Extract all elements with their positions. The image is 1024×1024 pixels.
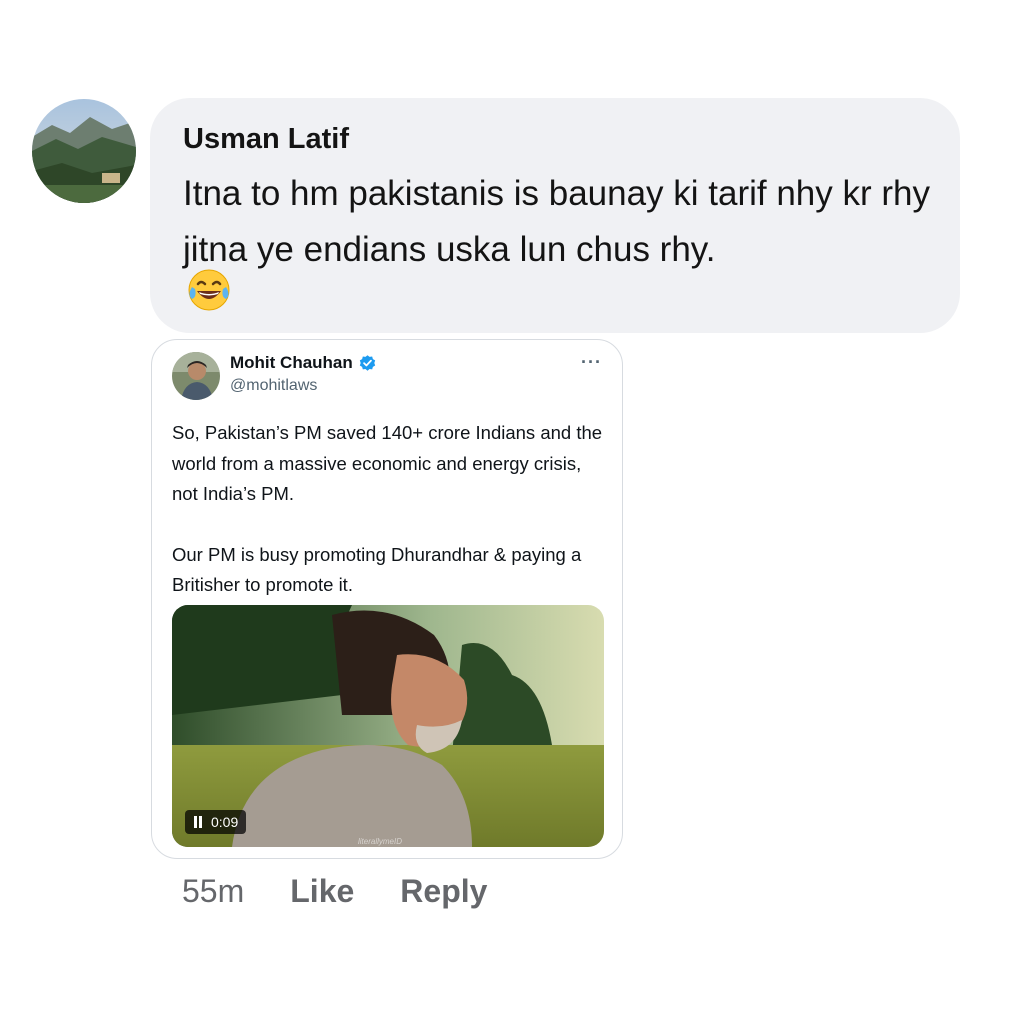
comment-timestamp[interactable]: 55m — [182, 873, 244, 910]
comment-text: Itna to hm pakistanis is baunay ki tarif… — [183, 174, 930, 269]
pause-icon[interactable] — [193, 816, 203, 828]
video-duration-badge[interactable]: 0:09 — [185, 810, 247, 834]
tweet-paragraph: Our PM is busy promoting Dhurandhar & pa… — [172, 543, 582, 596]
more-options-icon[interactable]: ··· — [581, 352, 602, 373]
tweet-author-handle[interactable]: @mohitlaws — [230, 377, 317, 395]
face-with-tears-of-joy-icon — [188, 269, 230, 311]
tweet-body: So, Pakistan’s PM saved 140+ crore India… — [172, 418, 612, 601]
commenter-avatar[interactable] — [32, 99, 136, 203]
comment-author[interactable]: Usman Latif — [183, 123, 349, 156]
video-watermark: literallymeID — [358, 837, 403, 846]
tweet-author-avatar[interactable] — [172, 352, 220, 400]
comment-actions: 55m Like Reply — [182, 873, 533, 910]
tweet-paragraph: So, Pakistan’s PM saved 140+ crore India… — [172, 422, 603, 504]
tweet-video[interactable]: 0:09 literallymeID — [172, 605, 604, 847]
like-button[interactable]: Like — [290, 873, 354, 910]
video-duration: 0:09 — [211, 814, 239, 830]
verified-badge-icon — [359, 354, 375, 371]
comment-bubble: Usman Latif Itna to hm pakistanis is bau… — [150, 98, 960, 333]
tweet-author-name[interactable]: Mohit Chauhan — [230, 353, 377, 373]
reply-button[interactable]: Reply — [400, 873, 487, 910]
comment-thread: Usman Latif Itna to hm pakistanis is bau… — [0, 0, 1024, 1024]
tweet-author-name-text: Mohit Chauhan — [230, 353, 353, 372]
embedded-tweet-card[interactable]: Mohit Chauhan @mohitlaws ··· So, Pakista… — [151, 339, 623, 859]
